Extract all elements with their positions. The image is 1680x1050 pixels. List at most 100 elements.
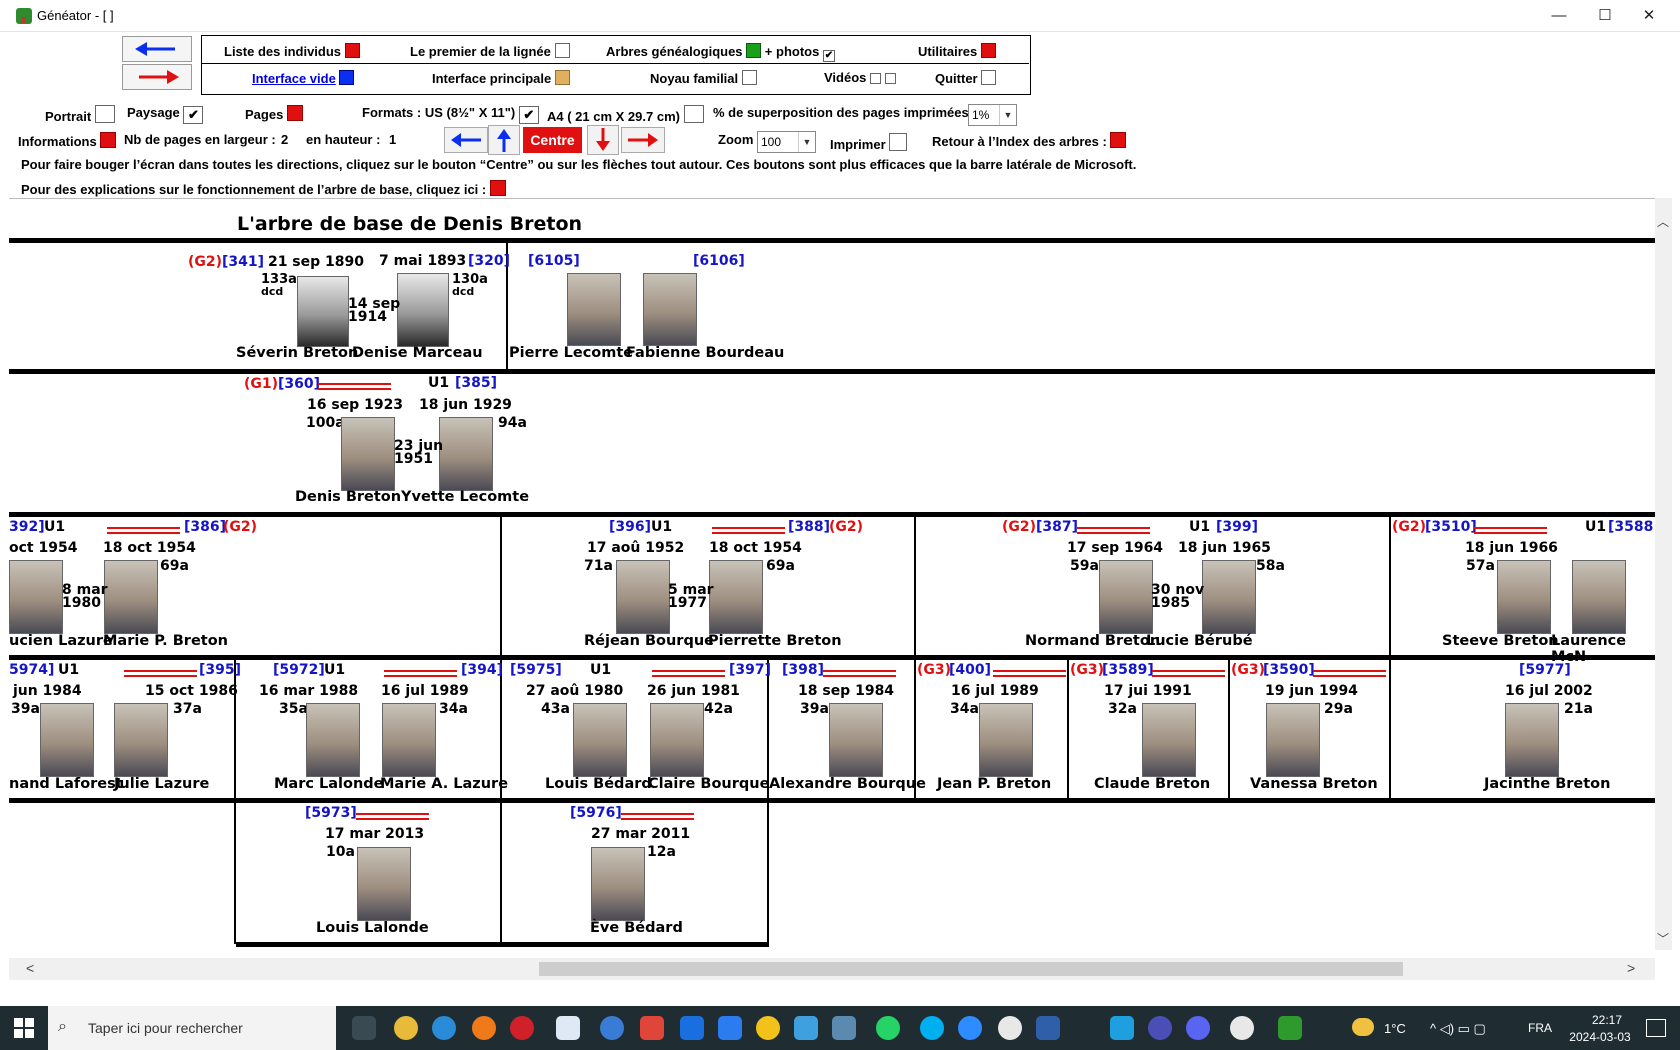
person-name[interactable]: Laurence McN [1551, 633, 1655, 665]
informations-square[interactable] [100, 132, 117, 148]
a4-checkbox[interactable] [683, 105, 704, 123]
person-name[interactable]: nand Laforest [9, 776, 123, 792]
clock-time[interactable]: 22:17 [1580, 1013, 1634, 1027]
person-name[interactable]: Marie P. Breton [103, 633, 228, 649]
ref-label[interactable]: [6106] [693, 253, 745, 269]
person-name[interactable]: Réjean Bourque [584, 633, 714, 649]
portrait-photo[interactable] [1572, 560, 1626, 634]
person-name[interactable]: Alexandre Bourque [769, 776, 926, 792]
ref-label[interactable]: [3589] [1102, 662, 1154, 678]
app-icon[interactable] [600, 1016, 624, 1040]
portrait-photo[interactable] [104, 560, 158, 634]
person-ref[interactable]: (G2)[341] 21 sep 1890 [188, 253, 364, 270]
person-name[interactable]: Jean P. Breton [937, 776, 1051, 792]
person-name[interactable]: Vanessa Breton [1250, 776, 1378, 792]
ref-label[interactable]: [388] [788, 519, 830, 535]
liste-individus-square[interactable] [344, 43, 360, 58]
person-name[interactable]: Claude Breton [1094, 776, 1210, 792]
portrait-photo[interactable] [573, 703, 627, 777]
app-icon[interactable] [794, 1016, 818, 1040]
ref-label[interactable]: [398] [782, 662, 824, 678]
person-name[interactable]: Louis Bédard [545, 776, 652, 792]
app-icon[interactable] [756, 1016, 780, 1040]
app-icon[interactable] [1148, 1016, 1172, 1040]
person-name[interactable]: Denise Marceau [352, 345, 483, 361]
person-name[interactable]: Marie A. Lazure [380, 776, 508, 792]
interface-vide-link[interactable]: Interface vide [252, 71, 336, 86]
ref-label[interactable]: [394] [461, 662, 503, 678]
discord-icon[interactable] [1186, 1016, 1210, 1040]
menu-videos[interactable]: Vidéos [824, 70, 896, 85]
ref-label[interactable]: [5977] [1519, 662, 1571, 678]
superposition-select[interactable]: 1% ▼ [968, 104, 1017, 126]
person-name[interactable]: Fabienne Bourdeau [626, 345, 784, 361]
ref-label[interactable]: [400] [949, 662, 991, 678]
portrait-photo[interactable] [397, 273, 449, 347]
vertical-scrollbar[interactable] [1655, 198, 1672, 950]
horizontal-scroll-thumb[interactable] [539, 962, 1403, 976]
premier-lignee-square[interactable] [554, 43, 570, 58]
portrait-photo[interactable] [1497, 560, 1551, 634]
ref-label[interactable]: [386] [184, 519, 226, 535]
scroll-up-button[interactable] [488, 125, 520, 155]
dropbox-icon[interactable] [718, 1016, 742, 1040]
clock-date[interactable]: 2024-03-03 [1562, 1030, 1638, 1044]
portrait-photo[interactable] [1142, 703, 1196, 777]
imprimer-option[interactable]: Imprimer [830, 133, 908, 152]
photos-checkbox[interactable]: ✔ [822, 50, 835, 62]
app-icon[interactable] [832, 1016, 856, 1040]
scroll-right-button[interactable] [621, 127, 665, 153]
portrait-photo[interactable] [829, 703, 883, 777]
portrait-photo[interactable] [1505, 703, 1559, 777]
explications-square[interactable] [489, 180, 506, 196]
paysage-option[interactable]: Paysage ✔ [127, 105, 204, 124]
person-name[interactable]: Steeve Breton [1442, 633, 1559, 649]
informations-option[interactable]: Informations [18, 132, 117, 149]
person-name[interactable]: Marc Lalonde [274, 776, 384, 792]
app-icon[interactable] [1036, 1016, 1060, 1040]
portrait-photo[interactable] [357, 847, 411, 921]
portrait-photo[interactable] [1202, 560, 1256, 634]
person-name[interactable]: Ève Bédard [590, 920, 683, 936]
portrait-photo[interactable] [9, 560, 63, 634]
a4-option[interactable]: A4 ( 21 cm X 29.7 cm) [547, 105, 704, 124]
ref-label[interactable]: [320] [468, 253, 510, 269]
portrait-photo[interactable] [341, 417, 395, 491]
menu-arbres[interactable]: Arbres généalogiques + photos ✔ [606, 43, 835, 62]
windows-start-icon[interactable] [14, 1018, 34, 1038]
task-view-icon[interactable] [352, 1016, 376, 1040]
scroll-down-icon[interactable]: ﹀ [1657, 930, 1669, 947]
portrait-photo[interactable] [591, 847, 645, 921]
ref-label[interactable]: [3510] [1425, 519, 1477, 535]
scroll-down-button[interactable] [587, 125, 619, 155]
menu-liste-individus[interactable]: Liste des individus [224, 43, 360, 59]
ref-label[interactable]: [385] [455, 375, 497, 391]
close-button[interactable]: ✕ [1626, 0, 1672, 31]
notifications-icon[interactable] [1646, 1019, 1666, 1037]
formats-us-checkbox[interactable]: ✔ [518, 106, 539, 124]
person-name[interactable]: ucien Lazure [9, 633, 113, 649]
app-icon[interactable] [1110, 1016, 1134, 1040]
portrait-photo[interactable] [650, 703, 704, 777]
retour-square[interactable] [1110, 132, 1127, 148]
interface-principale-square[interactable] [554, 70, 570, 85]
menu-premier-lignee[interactable]: Le premier de la lignée [410, 43, 570, 59]
person-name[interactable]: Denis Breton [295, 489, 401, 505]
person-name[interactable]: Louis Lalonde [316, 920, 429, 936]
ref-label[interactable]: 5974] [9, 662, 54, 678]
portrait-photo[interactable] [114, 703, 168, 777]
ref-label[interactable]: [395] [199, 662, 241, 678]
menu-noyau-familial[interactable]: Noyau familial [650, 70, 757, 86]
quitter-square[interactable] [981, 70, 997, 85]
person-name[interactable]: Julie Lazure [114, 776, 209, 792]
chrome-icon[interactable] [394, 1016, 418, 1040]
person-name[interactable]: Claire Bourque [648, 776, 769, 792]
ref-label[interactable]: [397] [729, 662, 771, 678]
app-icon[interactable] [680, 1016, 704, 1040]
ref-label[interactable]: [3588 [1608, 519, 1653, 535]
retour-option[interactable]: Retour à l’Index des arbres : [932, 132, 1127, 149]
person-name[interactable]: Pierrette Breton [708, 633, 842, 649]
maximize-button[interactable]: ☐ [1582, 0, 1628, 31]
zoom-icon[interactable] [958, 1016, 982, 1040]
paysage-checkbox[interactable]: ✔ [183, 106, 204, 124]
